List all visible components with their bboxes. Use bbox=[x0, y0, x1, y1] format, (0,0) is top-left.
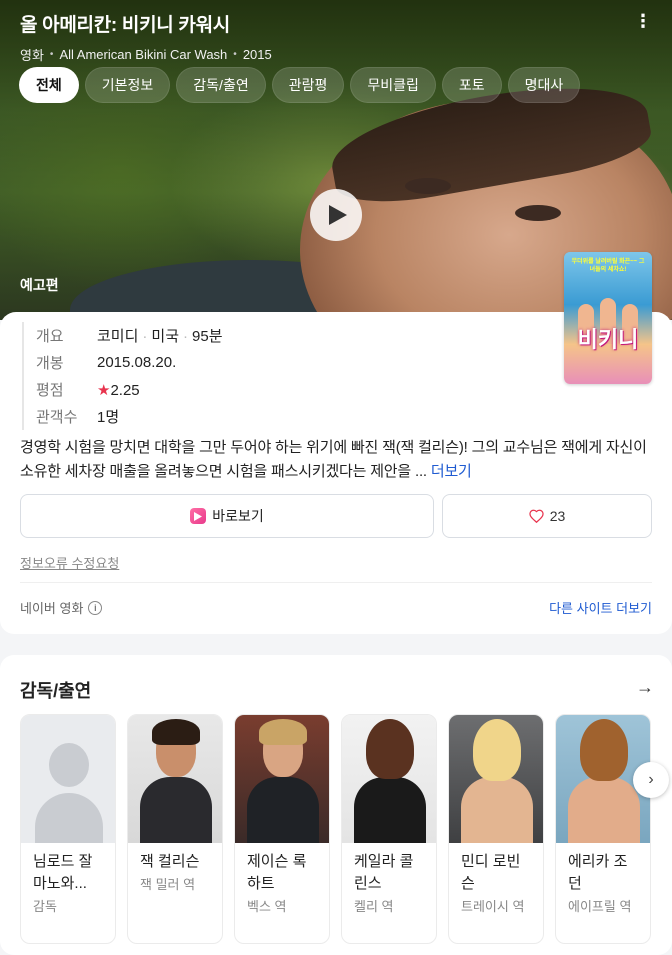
tab-photos[interactable]: 포토 bbox=[441, 67, 502, 103]
watch-now-label: 바로보기 bbox=[212, 508, 264, 524]
section-title: 감독/출연 bbox=[20, 681, 92, 701]
tab-reviews[interactable]: 관람평 bbox=[271, 67, 345, 103]
cast-name: 잭 컬리슨 bbox=[140, 853, 200, 870]
cast-card[interactable]: 에리카 조던 에이프릴 역 bbox=[555, 714, 651, 944]
poster-title: 비키니 bbox=[577, 327, 639, 352]
overview-country: 미국 bbox=[151, 328, 180, 345]
cast-list: 님로드 잘마노와... 감독 잭 컬리슨 잭 밀러 역 제이슨 록하트 벡스 역 bbox=[20, 714, 651, 944]
overview-genre: 코미디 bbox=[97, 328, 139, 345]
fact-label: 개봉 bbox=[36, 355, 64, 372]
movie-meta: 영화 • All American Bikini Car Wash • 2015 bbox=[20, 45, 652, 64]
synopsis-more-link[interactable]: 더보기 bbox=[431, 463, 472, 480]
overview-runtime: 95분 bbox=[192, 328, 223, 345]
fact-release: 개봉 2015.08.20. bbox=[36, 349, 223, 376]
play-button[interactable] bbox=[310, 189, 362, 241]
hero-image-eye bbox=[515, 205, 561, 221]
fact-label: 평점 bbox=[36, 382, 64, 399]
cast-photo bbox=[342, 715, 436, 843]
cast-role: 트레이시 역 bbox=[461, 899, 525, 914]
more-options-icon[interactable]: ⋮ bbox=[634, 12, 652, 30]
separator-dot: • bbox=[49, 49, 54, 60]
cast-card[interactable]: 케일라 콜린스 켈리 역 bbox=[341, 714, 437, 944]
cast-photo bbox=[235, 715, 329, 843]
like-button[interactable]: 23 bbox=[442, 494, 652, 538]
play-store-icon bbox=[190, 508, 207, 524]
fact-label: 개요 bbox=[36, 328, 64, 345]
facts-list: 개요 코미디 · 미국 · 95분 개봉 2015.08.20. 평점 ★2.25 관객… bbox=[22, 322, 223, 430]
carousel-next-button[interactable]: › bbox=[633, 762, 669, 798]
report-error-link[interactable]: 정보오류 수정요청 bbox=[20, 553, 119, 572]
rating-number: 2.25 bbox=[110, 381, 140, 399]
release-year: 2015 bbox=[242, 47, 272, 62]
cast-name: 민디 로빈슨 bbox=[461, 853, 521, 892]
cast-role: 에이프릴 역 bbox=[568, 899, 632, 914]
release-date: 2015.08.20. bbox=[97, 354, 177, 371]
poster-tagline: 무더위를 날려버릴 화끈~~ 그녀들의 세차쇼! bbox=[571, 259, 645, 273]
tab-basic-info[interactable]: 기본정보 bbox=[84, 67, 171, 103]
cast-card[interactable]: 민디 로빈슨 트레이시 역 bbox=[448, 714, 544, 944]
synopsis: 경영학 시험을 망치면 대학을 그만 두어야 하는 위기에 빠진 잭(잭 컬리슨… bbox=[20, 436, 652, 484]
cast-photo bbox=[128, 715, 222, 843]
arrow-right-icon[interactable]: → bbox=[636, 677, 654, 698]
separator-dot: • bbox=[233, 49, 237, 60]
movie-poster[interactable]: 무더위를 날려버릴 화끈~~ 그녀들의 세차쇼! 비키니 bbox=[564, 252, 652, 384]
cast-role: 잭 밀러 역 bbox=[140, 877, 196, 892]
rating-value: ★2.25 bbox=[97, 381, 140, 399]
tab-director-cast[interactable]: 감독/출연 bbox=[176, 67, 266, 103]
tab-bar: 전체 기본정보 감독/출연 관람평 무비클립 포토 명대사 bbox=[19, 67, 581, 103]
tab-all[interactable]: 전체 bbox=[19, 67, 79, 103]
synopsis-text: 경영학 시험을 망치면 대학을 그만 두어야 하는 위기에 빠진 잭(잭 컬리슨… bbox=[20, 439, 647, 480]
star-icon: ★ bbox=[97, 381, 111, 399]
avatar-placeholder bbox=[21, 715, 115, 843]
source-name: 네이버 영화 bbox=[20, 601, 84, 616]
fact-rating: 평점 ★2.25 bbox=[36, 376, 223, 403]
other-sites-link[interactable]: 다른 사이트 더보기 bbox=[549, 598, 652, 617]
cast-card[interactable]: 제이슨 록하트 벡스 역 bbox=[234, 714, 330, 944]
hero-header: 올 아메리칸: 비키니 카워시 영화 • All American Bikini… bbox=[20, 10, 652, 64]
cast-card[interactable]: 님로드 잘마노와... 감독 bbox=[20, 714, 116, 944]
fact-value: 코미디 · 미국 · 95분 bbox=[97, 328, 223, 345]
info-icon[interactable]: i bbox=[88, 600, 103, 615]
trailer-label: 예고편 bbox=[20, 277, 59, 293]
original-title: All American Bikini Car Wash bbox=[59, 47, 228, 62]
cast-name: 에리카 조던 bbox=[568, 853, 628, 892]
source-label: 네이버 영화 i bbox=[20, 598, 103, 617]
page-title: 올 아메리칸: 비키니 카워시 bbox=[20, 15, 230, 36]
play-icon bbox=[329, 205, 347, 225]
watch-now-button[interactable]: 바로보기 bbox=[20, 494, 434, 538]
cast-role: 벡스 역 bbox=[247, 899, 287, 914]
cast-card[interactable]: 잭 컬리슨 잭 밀러 역 bbox=[127, 714, 223, 944]
fact-audience: 관객수 1명 bbox=[36, 403, 223, 430]
tab-quotes[interactable]: 명대사 bbox=[507, 67, 581, 103]
divider bbox=[20, 582, 652, 583]
cast-role: 켈리 역 bbox=[354, 899, 394, 914]
cast-name: 케일라 콜린스 bbox=[354, 853, 414, 892]
like-count: 23 bbox=[549, 508, 566, 524]
genre-label: 영화 bbox=[20, 48, 44, 63]
cast-name: 제이슨 록하트 bbox=[247, 853, 307, 892]
cast-section: 감독/출연 → 님로드 잘마노와... 감독 잭 컬리슨 잭 밀러 역 제이슨 … bbox=[0, 655, 672, 955]
fact-overview: 개요 코미디 · 미국 · 95분 bbox=[36, 322, 223, 349]
fact-label: 관객수 bbox=[36, 409, 78, 426]
cast-photo bbox=[449, 715, 543, 843]
tab-movie-clips[interactable]: 무비클립 bbox=[350, 67, 436, 103]
hero-image-eye bbox=[405, 178, 451, 194]
audience-count: 1명 bbox=[97, 409, 120, 426]
cast-role: 감독 bbox=[33, 899, 57, 914]
heart-icon bbox=[529, 509, 544, 523]
cast-name: 님로드 잘마노와... bbox=[33, 853, 93, 892]
